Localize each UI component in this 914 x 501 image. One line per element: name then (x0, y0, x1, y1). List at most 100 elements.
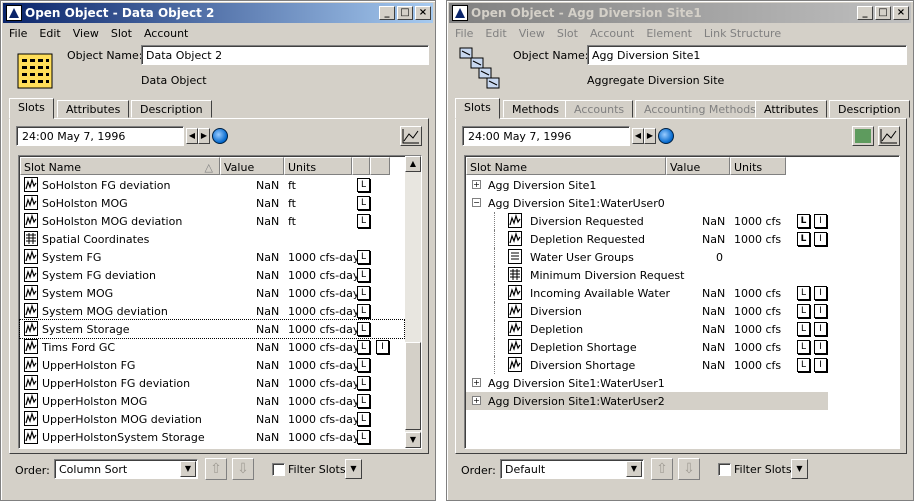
menu-account[interactable]: Account (138, 25, 194, 40)
expand-icon[interactable]: + (472, 396, 481, 405)
scroll-down-button[interactable]: ▼ (405, 432, 421, 448)
object-name-field[interactable]: Agg Diversion Site1 (587, 45, 907, 65)
table-row[interactable]: UpperHolston MOG deviation NaN 1000 cfs-da… (20, 410, 404, 428)
table-row[interactable]: System FG deviation NaN 1000 cfs-day L (20, 266, 404, 284)
filter-options-button[interactable]: ▼ (791, 459, 808, 479)
table-row[interactable]: System MOG deviation NaN 1000 cfs-day L (20, 302, 404, 320)
table-row[interactable]: Incoming Available Water NaN 1000 cfs L I (466, 284, 828, 302)
filter-slots-checkbox[interactable] (272, 463, 285, 476)
table-row[interactable]: Minimum Diversion Request (466, 266, 828, 284)
tree-group-row[interactable]: + Agg Diversion Site1:WaterUser1 (466, 374, 828, 392)
tab-accounts[interactable]: Accounts (565, 100, 634, 118)
flag-l-badge[interactable]: L (797, 340, 810, 354)
menu-link-structure[interactable]: Link Structure (698, 25, 787, 40)
flag-l-badge[interactable]: L (357, 250, 370, 264)
chevron-down-icon[interactable]: ▼ (180, 461, 196, 477)
column-header-slot-name[interactable]: Slot Name △ (20, 157, 220, 175)
flag-i-badge[interactable]: I (814, 232, 827, 246)
column-header-value[interactable]: Value (220, 157, 284, 175)
date-next-button[interactable]: ▶ (198, 128, 210, 144)
tab-description[interactable]: Description (829, 100, 910, 118)
tab-methods[interactable]: Methods (503, 100, 568, 118)
chevron-down-icon[interactable]: ▼ (626, 461, 642, 477)
move-up-button[interactable]: ⇧ (205, 458, 227, 480)
column-header-flag2[interactable] (370, 157, 390, 175)
flag-l-badge[interactable]: L (797, 304, 810, 318)
table-row[interactable]: Water User Groups 0 (466, 248, 828, 266)
filter-options-button[interactable]: ▼ (345, 459, 362, 479)
flag-l-badge[interactable]: L (797, 322, 810, 336)
date-next-button[interactable]: ▶ (644, 128, 656, 144)
color-swatch-button[interactable] (852, 126, 874, 146)
flag-i-badge[interactable]: I (814, 322, 827, 336)
flag-l-badge[interactable]: L (357, 214, 370, 228)
table-row[interactable]: SoHolston MOG NaN ft L (20, 194, 404, 212)
flag-i-badge[interactable]: I (376, 340, 389, 354)
table-row[interactable]: UpperHolston FG deviation NaN 1000 cfs-day… (20, 374, 404, 392)
tab-attributes[interactable]: Attributes (57, 100, 130, 118)
menu-view[interactable]: View (513, 25, 551, 40)
column-header-units[interactable]: Units (730, 157, 786, 175)
flag-i-badge[interactable]: I (814, 358, 827, 372)
plot-button[interactable] (878, 126, 900, 146)
column-header-value[interactable]: Value (666, 157, 730, 175)
flag-l-badge[interactable]: L (357, 178, 370, 192)
table-row[interactable]: UpperHolston FG NaN 1000 cfs-day L (20, 356, 404, 374)
table-row[interactable]: UpperHolston MOG NaN 1000 cfs-day L (20, 392, 404, 410)
column-header-slot-name[interactable]: Slot Name (466, 157, 666, 175)
tab-description[interactable]: Description (131, 100, 212, 118)
globe-icon[interactable] (212, 128, 228, 144)
order-select[interactable]: Default ▼ (500, 459, 644, 479)
move-down-button[interactable]: ⇩ (232, 458, 254, 480)
tab-attributes[interactable]: Attributes (755, 100, 828, 118)
table-row[interactable]: Depletion Requested NaN 1000 cfs L I (466, 230, 828, 248)
maximize-button[interactable]: □ (397, 6, 413, 20)
maximize-button[interactable]: □ (875, 6, 891, 20)
table-row[interactable]: System MOG NaN 1000 cfs-day L (20, 284, 404, 302)
minimize-button[interactable]: _ (857, 6, 873, 20)
flag-i-badge[interactable]: I (814, 286, 827, 300)
table-row[interactable]: Spatial Coordinates (20, 230, 404, 248)
tab-slots[interactable]: Slots (455, 98, 500, 119)
flag-l-badge[interactable]: L (797, 286, 810, 300)
tree-group-row[interactable]: − Agg Diversion Site1:WaterUser0 (466, 194, 828, 212)
move-up-button[interactable]: ⇧ (651, 458, 673, 480)
close-button[interactable]: × (893, 6, 909, 20)
tab-slots[interactable]: Slots (9, 98, 54, 119)
flag-l-badge[interactable]: L (357, 394, 370, 408)
plot-button[interactable] (400, 126, 422, 146)
menu-edit[interactable]: Edit (479, 25, 512, 40)
flag-l-badge[interactable]: L (357, 430, 370, 444)
flag-l-badge[interactable]: L (797, 358, 810, 372)
menu-element[interactable]: Element (640, 25, 698, 40)
scroll-up-button[interactable]: ▲ (405, 156, 421, 172)
flag-l-badge[interactable]: L (357, 268, 370, 282)
flag-l-badge[interactable]: L (357, 412, 370, 426)
table-row[interactable]: System FG NaN 1000 cfs-day L (20, 248, 404, 266)
menu-account[interactable]: Account (584, 25, 640, 40)
table-row[interactable]: UpperHolstonSystem Storage NaN 1000 cfs-da… (20, 428, 404, 446)
table-row[interactable]: Diversion Requested NaN 1000 cfs L I (466, 212, 828, 230)
vertical-scrollbar[interactable]: ▲ ▼ (405, 156, 421, 448)
flag-i-badge[interactable]: I (814, 214, 827, 228)
expand-icon[interactable]: + (472, 180, 481, 189)
flag-l-badge[interactable]: L (357, 358, 370, 372)
flag-l-badge[interactable]: L (357, 286, 370, 300)
order-select[interactable]: Column Sort ▼ (54, 459, 198, 479)
move-down-button[interactable]: ⇩ (678, 458, 700, 480)
menu-edit[interactable]: Edit (33, 25, 66, 40)
date-prev-button[interactable]: ◀ (186, 128, 198, 144)
menu-slot[interactable]: Slot (105, 25, 138, 40)
menu-file[interactable]: File (3, 25, 33, 40)
table-row[interactable]: Tims Ford GC NaN 1000 cfs-day L I (20, 338, 404, 356)
flag-i-badge[interactable]: I (814, 304, 827, 318)
date-prev-button[interactable]: ◀ (632, 128, 644, 144)
tree-group-row[interactable]: + Agg Diversion Site1 (466, 176, 828, 194)
table-row[interactable]: Diversion NaN 1000 cfs L I (466, 302, 828, 320)
title-bar[interactable]: Open Object - Agg Diversion Site1 _ □ × (449, 3, 911, 23)
flag-l-badge[interactable]: L (357, 196, 370, 210)
table-row[interactable]: Diversion Shortage NaN 1000 cfs L I (466, 356, 828, 374)
table-row[interactable]: SoHolston MOG deviation NaN ft L (20, 212, 404, 230)
table-row[interactable]: SoHolston FG deviation NaN ft L (20, 176, 404, 194)
expand-icon[interactable]: + (472, 378, 481, 387)
